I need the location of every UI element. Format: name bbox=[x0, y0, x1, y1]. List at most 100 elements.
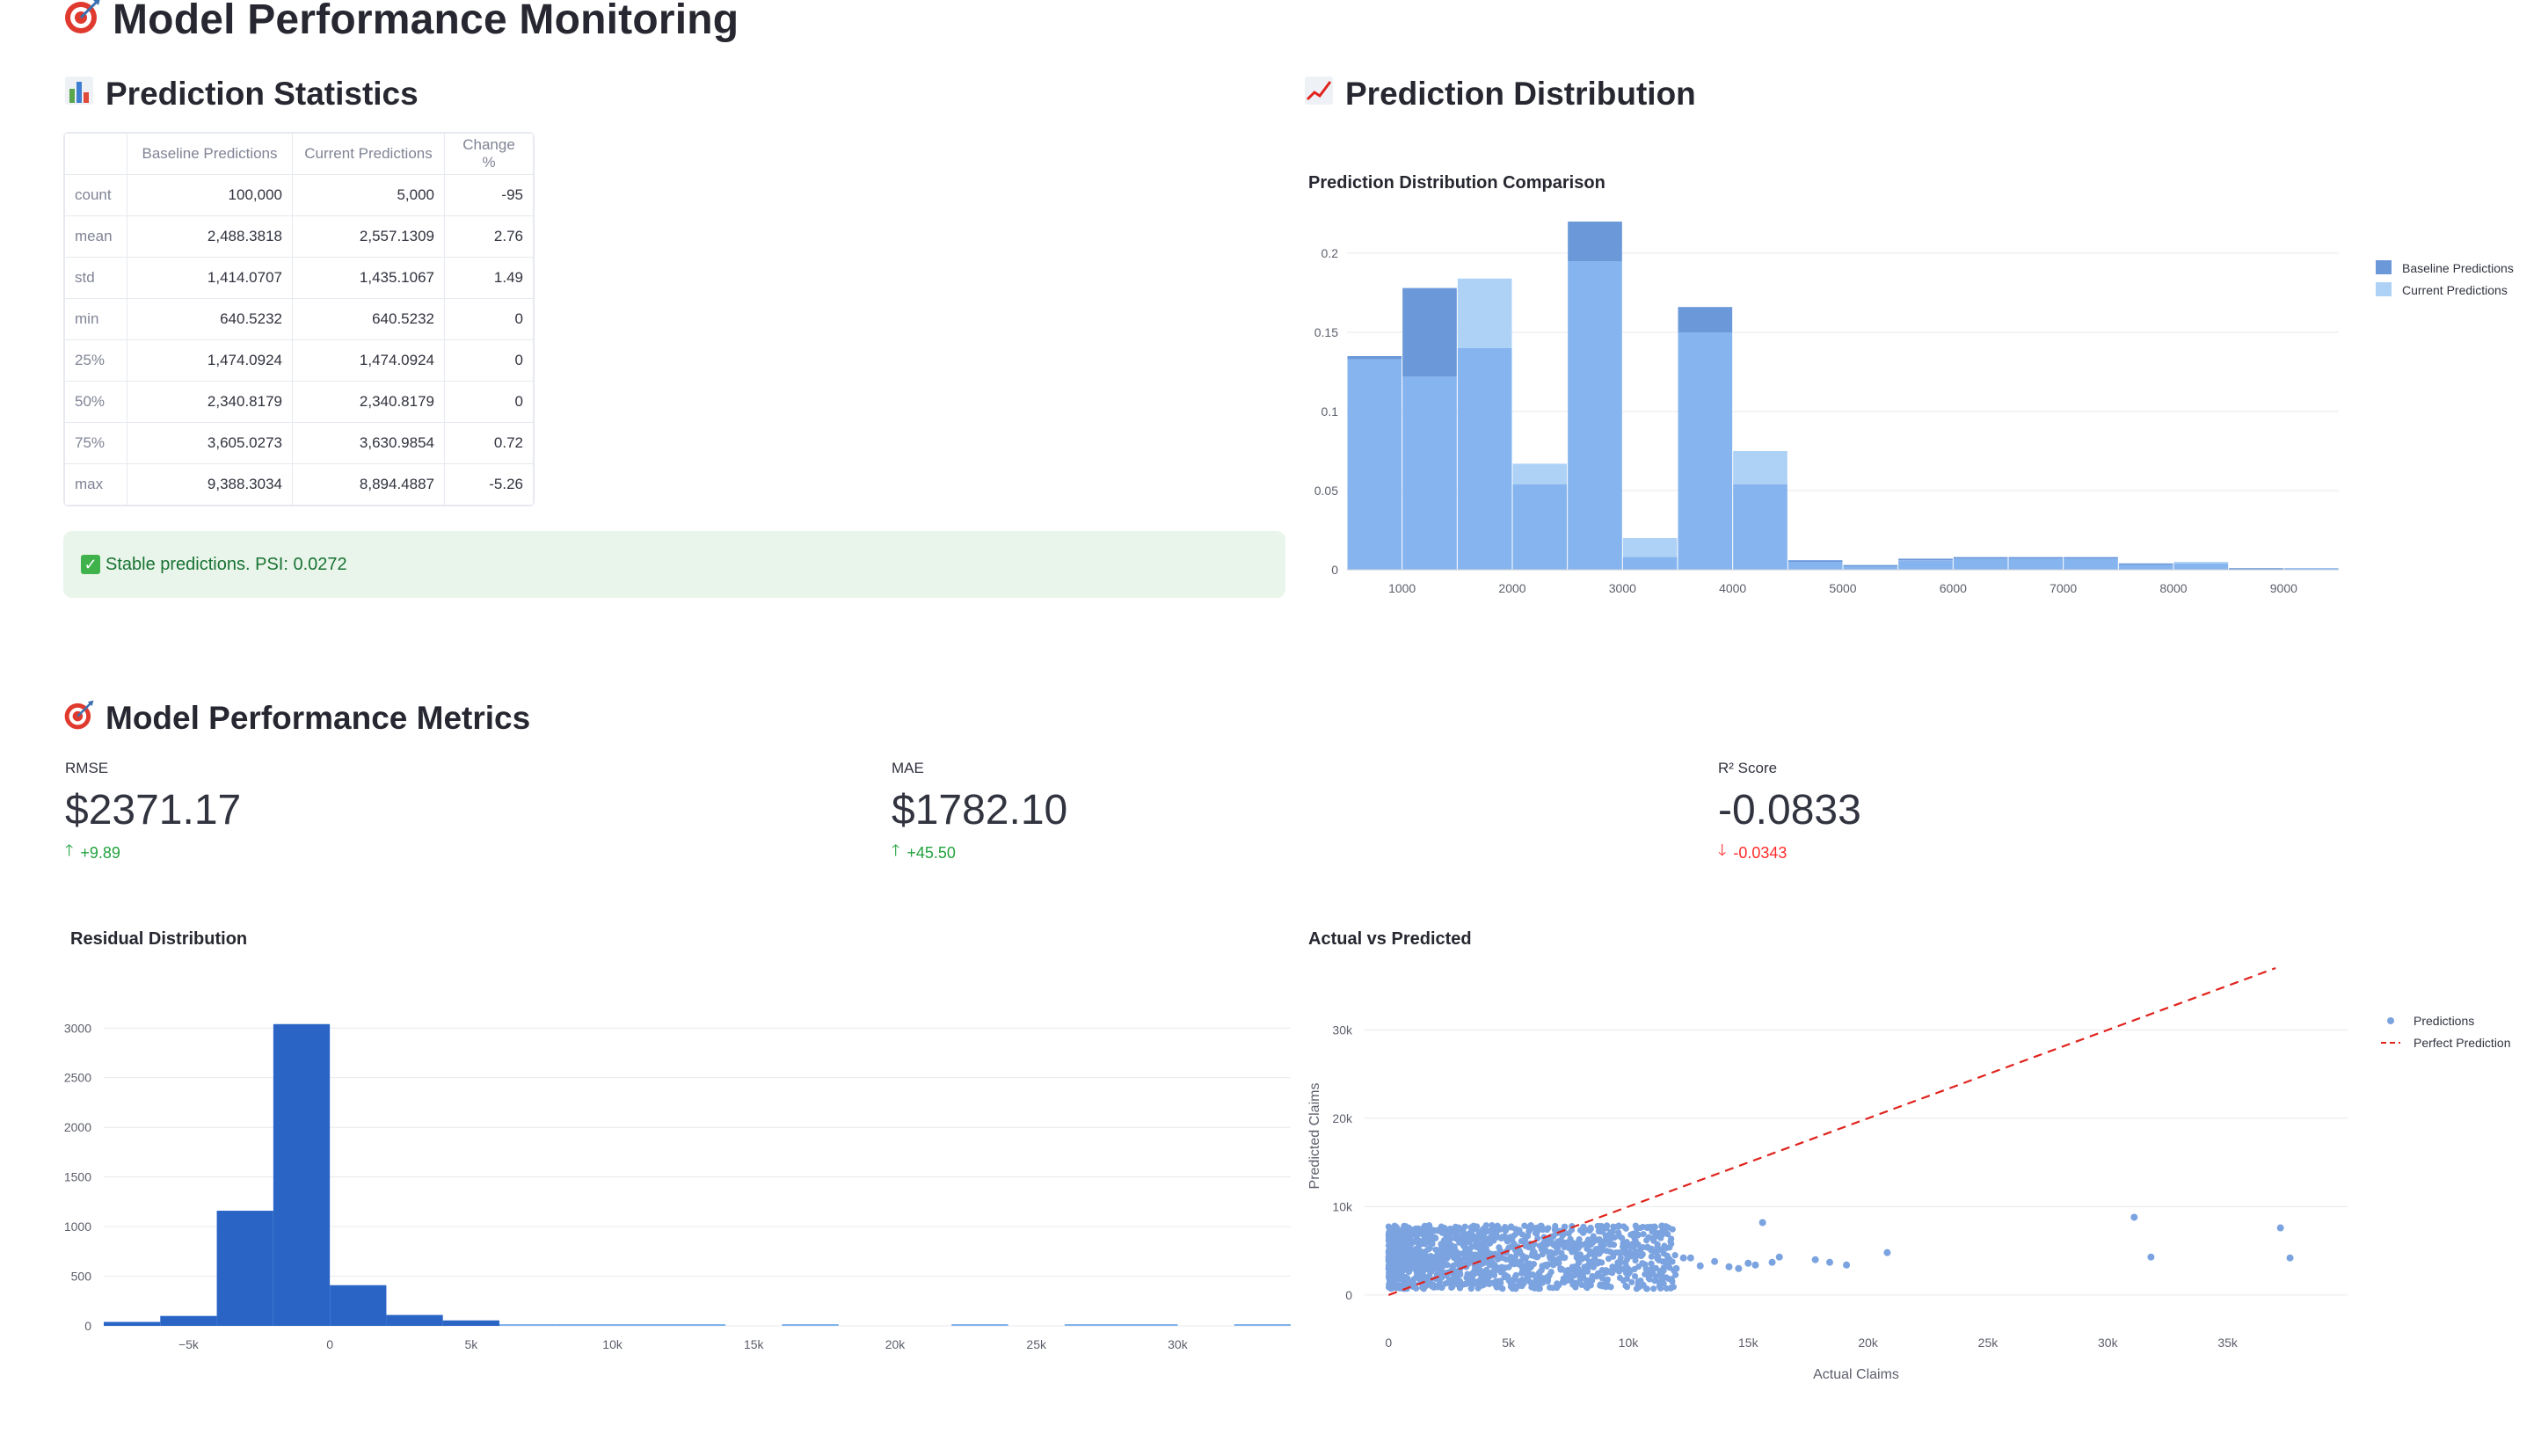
current-cell[interactable]: 8,894.4887 bbox=[292, 463, 445, 506]
change-cell[interactable]: 0 bbox=[444, 381, 534, 423]
prediction-point bbox=[1565, 1230, 1572, 1237]
prediction-point bbox=[1631, 1265, 1638, 1273]
prediction-point bbox=[1651, 1278, 1658, 1285]
table-row: 75% 3,605.0273 3,630.9854 0.72 bbox=[64, 422, 534, 464]
current-cell[interactable]: 2,340.8179 bbox=[292, 381, 445, 423]
prediction-point bbox=[1461, 1255, 1468, 1262]
prediction-point bbox=[1648, 1253, 1655, 1260]
prediction-point bbox=[1415, 1265, 1422, 1272]
prediction-point bbox=[1511, 1232, 1518, 1239]
prediction-point bbox=[1496, 1244, 1503, 1251]
x-tick-label: 5k bbox=[1502, 1336, 1516, 1350]
prediction-point bbox=[1580, 1269, 1587, 1276]
prediction-point bbox=[1525, 1228, 1533, 1235]
actual-vs-predicted-chart[interactable]: Actual vs Predicted 0 10k 20k 30k 0 5k 10k 15k 20… bbox=[1292, 914, 2541, 1389]
row-label[interactable]: 75% bbox=[64, 422, 127, 464]
baseline-cell[interactable]: 1,414.0707 bbox=[127, 257, 293, 299]
prediction-point bbox=[1407, 1265, 1414, 1273]
prediction-point bbox=[1561, 1243, 1568, 1251]
prediction-point bbox=[1394, 1257, 1402, 1264]
prediction-point bbox=[1507, 1223, 1515, 1230]
current-cell[interactable]: 3,630.9854 bbox=[292, 422, 445, 464]
statistics-table-container[interactable]: Baseline Predictions Current Predictions… bbox=[63, 132, 535, 506]
prediction-point bbox=[1616, 1274, 1624, 1281]
y-tick-label: 0.1 bbox=[1321, 404, 1339, 419]
row-label[interactable]: max bbox=[64, 463, 127, 506]
table-row: 50% 2,340.8179 2,340.8179 0 bbox=[64, 381, 534, 423]
change-cell[interactable]: 2.76 bbox=[444, 215, 534, 258]
change-cell[interactable]: -95 bbox=[444, 174, 534, 216]
prediction-point bbox=[1429, 1241, 1436, 1248]
row-label[interactable]: 25% bbox=[64, 339, 127, 382]
residual-bar bbox=[1064, 1324, 1122, 1326]
prediction-point bbox=[1667, 1285, 1674, 1292]
change-cell[interactable]: 0.72 bbox=[444, 422, 534, 464]
change-cell[interactable]: -5.26 bbox=[444, 463, 534, 506]
row-label[interactable]: count bbox=[64, 174, 127, 216]
y-tick-label: 0 bbox=[1345, 1288, 1352, 1302]
baseline-cell[interactable]: 1,474.0924 bbox=[127, 339, 293, 382]
column-header-baseline[interactable]: Baseline Predictions bbox=[127, 133, 293, 175]
current-cell[interactable]: 1,435.1067 bbox=[292, 257, 445, 299]
baseline-cell[interactable]: 2,340.8179 bbox=[127, 381, 293, 423]
table-header-row: Baseline Predictions Current Predictions… bbox=[64, 133, 534, 175]
change-cell[interactable]: 1.49 bbox=[444, 257, 534, 299]
current-cell[interactable]: 1,474.0924 bbox=[292, 339, 445, 382]
baseline-cell[interactable]: 3,605.0273 bbox=[127, 422, 293, 464]
prediction-point bbox=[1632, 1222, 1639, 1229]
baseline-bar bbox=[1347, 356, 1402, 360]
prediction-point bbox=[1632, 1256, 1639, 1264]
column-header-index[interactable] bbox=[64, 133, 127, 175]
column-header-change[interactable]: Change % bbox=[444, 133, 534, 175]
column-header-current[interactable]: Current Predictions bbox=[292, 133, 445, 175]
arrow-up-icon: 🡑 bbox=[892, 841, 900, 859]
legend-label-perfect: Perfect Prediction bbox=[2414, 1036, 2511, 1050]
baseline-cell[interactable]: 2,488.3818 bbox=[127, 215, 293, 258]
prediction-point bbox=[1499, 1285, 1506, 1292]
page-title: Model Performance Monitoring bbox=[63, 0, 739, 46]
residual-bar bbox=[499, 1324, 557, 1326]
prediction-point bbox=[1561, 1278, 1568, 1286]
current-cell[interactable]: 2,557.1309 bbox=[292, 215, 445, 258]
metric-label: MAE bbox=[892, 760, 924, 776]
row-label[interactable]: mean bbox=[64, 215, 127, 258]
prediction-point bbox=[1580, 1229, 1587, 1236]
prediction-point bbox=[1424, 1281, 1431, 1288]
prediction-point bbox=[1663, 1274, 1670, 1281]
prediction-point bbox=[1461, 1223, 1468, 1230]
prediction-distribution-chart[interactable]: Prediction Distribution Comparison 0 0.05 0… bbox=[1292, 158, 2541, 615]
row-label[interactable]: min bbox=[64, 298, 127, 340]
prediction-point bbox=[1426, 1267, 1434, 1275]
baseline-cell[interactable]: 100,000 bbox=[127, 174, 293, 216]
residual-bar bbox=[273, 1023, 331, 1326]
overlap-bar bbox=[1787, 562, 1843, 570]
current-bar bbox=[1622, 538, 1678, 557]
current-cell[interactable]: 640.5232 bbox=[292, 298, 445, 340]
residual-distribution-chart[interactable]: Residual Distribution 0 500 1000 1500 2000 250… bbox=[53, 914, 1301, 1372]
prediction-point bbox=[1659, 1258, 1666, 1265]
prediction-point bbox=[1540, 1241, 1547, 1248]
prediction-point bbox=[1416, 1252, 1423, 1259]
prediction-point bbox=[1615, 1222, 1623, 1230]
prediction-point bbox=[1566, 1242, 1573, 1249]
prediction-point bbox=[1518, 1231, 1526, 1238]
prediction-point bbox=[1584, 1282, 1591, 1289]
prediction-point bbox=[1843, 1261, 1851, 1269]
x-tick-label: 20k bbox=[885, 1337, 906, 1351]
current-cell[interactable]: 5,000 bbox=[292, 174, 445, 216]
prediction-point bbox=[1686, 1254, 1694, 1262]
x-tick-label: 30k bbox=[2098, 1336, 2119, 1350]
change-cell[interactable]: 0 bbox=[444, 339, 534, 382]
prediction-point bbox=[1525, 1272, 1533, 1280]
current-bar bbox=[1733, 451, 1787, 484]
row-label[interactable]: std bbox=[64, 257, 127, 299]
change-cell[interactable]: 0 bbox=[444, 298, 534, 340]
row-label[interactable]: 50% bbox=[64, 381, 127, 423]
check-mark-icon: ✓ bbox=[81, 555, 100, 574]
prediction-point bbox=[1513, 1282, 1520, 1290]
prediction-point bbox=[1664, 1252, 1671, 1259]
baseline-cell[interactable]: 9,388.3034 bbox=[127, 463, 293, 506]
baseline-bar bbox=[1402, 288, 1457, 377]
baseline-cell[interactable]: 640.5232 bbox=[127, 298, 293, 340]
y-tick-label: 30k bbox=[1332, 1023, 1353, 1037]
